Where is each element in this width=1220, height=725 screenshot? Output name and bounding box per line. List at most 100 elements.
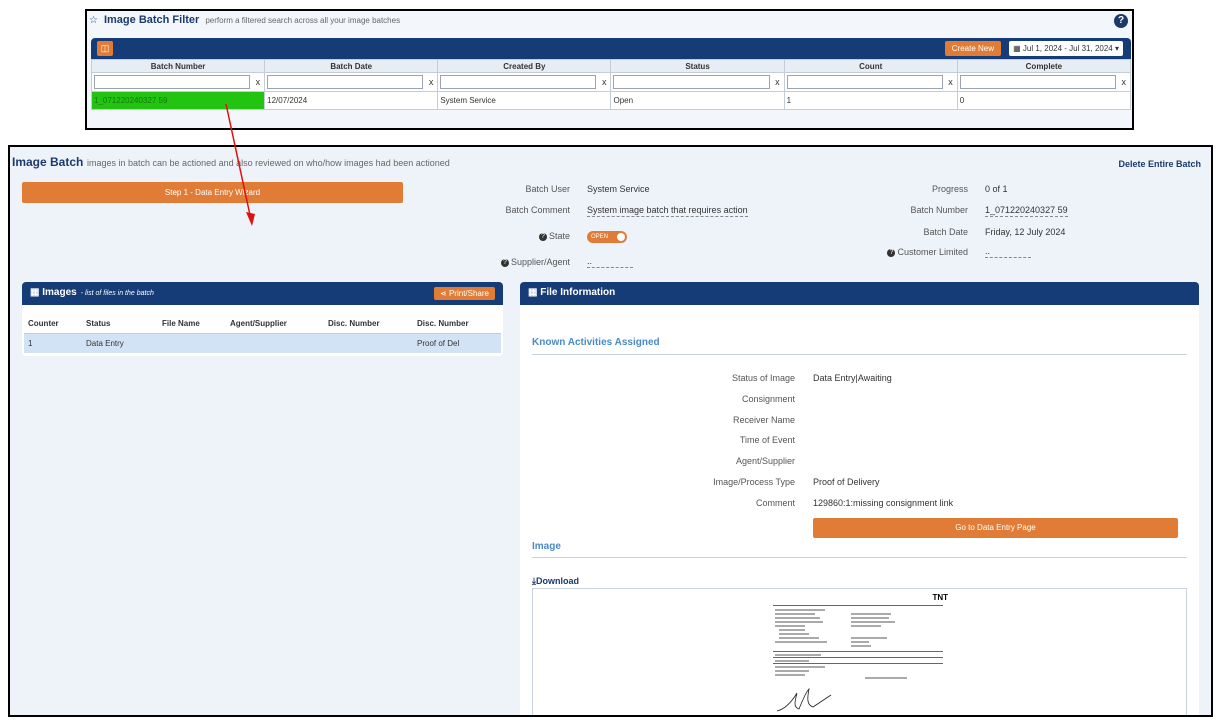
image-batch-filter-panel: ☆ Image Batch Filter perform a filtered … [85, 9, 1134, 130]
consignment-label: Consignment [741, 394, 795, 404]
state-label-text: State [548, 231, 570, 241]
doc-text-line [779, 629, 805, 631]
batch-date-value: Friday, 12 July 2024 [985, 227, 1066, 237]
divider [773, 605, 943, 606]
signature-image [776, 687, 832, 712]
progress-label: Progress [931, 184, 968, 194]
customer-value[interactable]: .. [985, 246, 1031, 258]
doc-text-line [775, 654, 821, 656]
count-cell: 1 [783, 91, 958, 110]
batch-title: Image Batch [12, 155, 84, 169]
clear-filter-icon[interactable]: x [1122, 77, 1127, 87]
image-preview[interactable]: TNT [532, 588, 1187, 715]
col-created-by[interactable]: Created By [437, 59, 612, 73]
disc-number-cell [324, 333, 413, 353]
batch-number-value[interactable]: 1_071220240327 59 [985, 205, 1068, 217]
tnt-logo: TNT [932, 593, 948, 602]
col-batch-date[interactable]: Batch Date [264, 59, 439, 73]
filter-header: ☆ Image Batch Filter perform a filtered … [89, 14, 400, 26]
delete-batch-link[interactable]: Delete Entire Batch [1118, 159, 1201, 169]
toggle-knob [617, 233, 625, 241]
download-link[interactable]: ⤓Download [532, 576, 579, 587]
col-disc-number-2[interactable]: Disc. Number [413, 315, 501, 334]
file-info-title: File Information [540, 287, 616, 298]
complete-filter[interactable] [959, 75, 1116, 89]
images-title-text: Images [42, 287, 77, 298]
help-icon[interactable]: ? [1114, 14, 1128, 28]
create-new-button[interactable]: Create New [944, 41, 1001, 56]
divider [773, 651, 943, 652]
image-batch-panel: Image Batch images in batch can be actio… [8, 145, 1213, 717]
col-counter[interactable]: Counter [24, 315, 82, 334]
clear-filter-icon[interactable]: x [948, 77, 953, 87]
batch-date-filter[interactable] [267, 75, 424, 89]
clear-filter-icon[interactable]: x [775, 77, 780, 87]
time-of-event-label: Time of Event [739, 435, 795, 445]
batch-user-label: Batch User [525, 184, 570, 194]
status-filter[interactable] [613, 75, 770, 89]
data-entry-wizard-button[interactable]: Step 1 - Data Entry Wizard [22, 182, 403, 203]
agent-supplier-label: Agent/Supplier [735, 456, 795, 466]
clear-filter-icon[interactable]: x [256, 77, 261, 87]
process-type-value: Proof of Delivery [813, 477, 880, 487]
progress-value: 0 of 1 [985, 184, 1008, 194]
divider [532, 354, 1187, 355]
state-toggle[interactable]: OPEN [587, 231, 627, 243]
date-range-picker[interactable]: ▦ Jul 1, 2024 - Jul 31, 2024 ▾ [1009, 41, 1123, 56]
state-toggle-label: OPEN [591, 234, 609, 240]
col-agent-supplier[interactable]: Agent/Supplier [226, 315, 324, 334]
doc-text-line [775, 609, 825, 611]
clear-filter-icon[interactable]: x [429, 77, 434, 87]
created-by-filter[interactable] [440, 75, 597, 89]
table-row[interactable]: 1 Data Entry Proof of Del [24, 333, 501, 353]
question-icon[interactable]: ? [887, 248, 896, 257]
col-status[interactable]: Status [82, 315, 158, 334]
batch-user-value: System Service [587, 184, 650, 194]
col-count[interactable]: Count [783, 59, 958, 73]
filter-title: Image Batch Filter [103, 14, 200, 26]
doc-text-line [865, 677, 907, 679]
question-icon[interactable]: ? [500, 258, 509, 267]
status-cell: Data Entry [82, 333, 158, 353]
status-cell: Open [610, 91, 785, 110]
supplier-value[interactable]: .. [587, 256, 633, 268]
columns-toggle-icon[interactable]: ◫ [97, 41, 113, 56]
col-disc-number[interactable]: Disc. Number [324, 315, 413, 334]
supplier-label: ? Supplier/Agent [450, 257, 570, 267]
file-name-cell [158, 333, 226, 353]
col-complete[interactable]: Complete [956, 59, 1132, 73]
col-status[interactable]: Status [610, 59, 785, 73]
go-to-data-entry-button[interactable]: Go to Data Entry Page [813, 518, 1178, 538]
customer-label-text: Customer Limited [897, 247, 968, 257]
comment-label: Comment [755, 498, 795, 508]
batch-comment-value[interactable]: System image batch that requires action [587, 205, 748, 217]
receiver-name-label: Receiver Name [732, 415, 795, 425]
col-file-name[interactable]: File Name [158, 315, 226, 334]
caret-down-icon: ▾ [1112, 44, 1119, 53]
table-row[interactable]: 1_071220240327 59 12/07/2024 System Serv… [90, 91, 1132, 110]
batch-date-cell: 12/07/2024 [264, 91, 439, 110]
clear-filter-icon[interactable]: x [602, 77, 607, 87]
batch-date-label: Batch Date [923, 227, 968, 237]
batch-table: Batch Number Batch Date Created By Statu… [90, 59, 1132, 110]
calendar-icon: ▦ [1013, 44, 1023, 53]
star-icon[interactable]: ☆ [89, 15, 98, 26]
doc-text-line [775, 670, 809, 672]
question-icon[interactable]: ? [538, 232, 547, 241]
batch-subtitle: images in batch can be actioned and also… [87, 158, 450, 168]
doc-text-line [775, 674, 805, 676]
print-share-label: Print/Share [448, 289, 489, 298]
images-header: ▦ Images - list of files in the batch ⋖ P… [22, 282, 503, 305]
col-batch-number[interactable]: Batch Number [90, 59, 266, 73]
batch-number-label: Batch Number [910, 205, 968, 215]
doc-text-line [775, 625, 805, 627]
doc-text-line [851, 641, 869, 643]
file-info-header: ▦ File Information [520, 282, 1199, 305]
print-share-button[interactable]: ⋖ Print/Share [434, 287, 495, 300]
batch-number-filter[interactable] [94, 75, 251, 89]
count-filter[interactable] [786, 75, 943, 89]
doc-text-line [851, 625, 881, 627]
batch-number-cell[interactable]: 1_071220240327 59 [90, 91, 266, 110]
complete-cell: 0 [956, 91, 1132, 110]
process-type-label: Image/Process Type [713, 477, 795, 487]
